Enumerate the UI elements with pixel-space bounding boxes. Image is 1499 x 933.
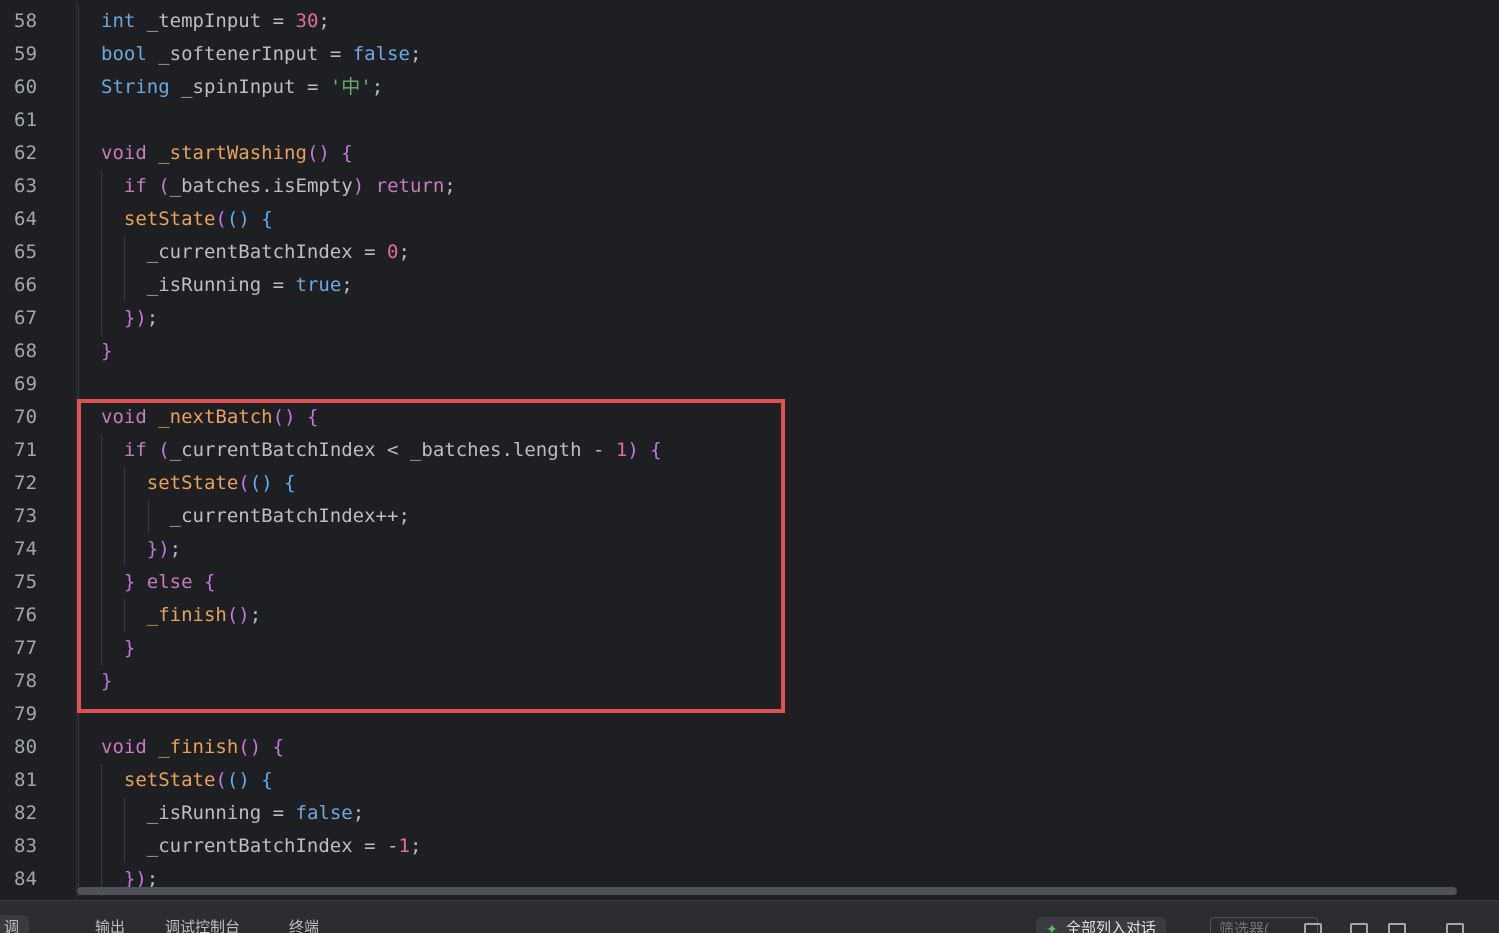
code-line: void _startWashing() {	[101, 142, 353, 164]
line-number: 81	[14, 769, 38, 791]
tab-debug-console[interactable]: 调试控制台	[165, 915, 240, 933]
code-line: _isRunning = false;	[146, 802, 365, 824]
panel-icon[interactable]	[1350, 923, 1368, 933]
line-number: 61	[14, 109, 38, 131]
line-number: 83	[14, 835, 38, 857]
line-number: 64	[14, 208, 38, 230]
line-number: 62	[14, 142, 38, 164]
code-line: String _spinInput = '中';	[101, 76, 384, 98]
more-icon[interactable]	[1446, 923, 1464, 933]
code-line: _currentBatchIndex = -1;	[146, 835, 422, 857]
line-number: 72	[14, 472, 38, 494]
code-line: }	[101, 340, 113, 362]
sparkle-icon: ✦	[1046, 921, 1058, 933]
code-line: void _finish() {	[101, 736, 285, 758]
layout-icon[interactable]	[1304, 923, 1322, 933]
highlight-box	[77, 399, 785, 713]
code-line: int _tempInput = 30;	[101, 10, 330, 32]
line-number: 70	[14, 406, 38, 428]
line-number: 60	[14, 76, 38, 98]
line-number: 65	[14, 241, 38, 263]
line-number: 71	[14, 439, 38, 461]
line-number: 66	[14, 274, 38, 296]
code-editor[interactable]: 58 59 60 61 62 63 64 65 66 67 68 69 70 71 72 73 74 75 76 77…	[0, 0, 1499, 900]
split-icon[interactable]	[1388, 923, 1406, 933]
line-number: 76	[14, 604, 38, 626]
line-number: 77	[14, 637, 38, 659]
add-all-to-chat-label: 全部列入对话	[1066, 920, 1157, 933]
add-all-to-chat-button[interactable]: ✦ 全部列入对话	[1036, 917, 1167, 933]
code-line: setState(() {	[123, 769, 273, 791]
indent-guide	[124, 236, 126, 302]
code-line: _currentBatchIndex = 0;	[146, 241, 410, 263]
line-number: 68	[14, 340, 38, 362]
filter-input[interactable]: 筛选器(	[1210, 917, 1318, 933]
line-number: 63	[14, 175, 38, 197]
line-number: 67	[14, 307, 38, 329]
line-number: 79	[14, 703, 38, 725]
indent-guide	[124, 797, 126, 863]
code-line: });	[123, 307, 159, 329]
line-number: 75	[14, 571, 38, 593]
line-number: 59	[14, 43, 38, 65]
indent-guide	[101, 764, 102, 896]
code-line: if (_batches.isEmpty) return;	[123, 175, 456, 197]
horizontal-scrollbar[interactable]	[77, 887, 1457, 895]
line-number-gutter: 58 59 60 61 62 63 64 65 66 67 68 69 70 71 72 73 74 75 76 77…	[0, 0, 76, 900]
line-number: 73	[14, 505, 38, 527]
code-line: bool _softenerInput = false;	[101, 43, 422, 65]
line-number: 69	[14, 373, 38, 395]
line-number: 74	[14, 538, 38, 560]
tab-terminal[interactable]: 终端	[289, 915, 319, 933]
line-number: 80	[14, 736, 38, 758]
bottom-panel-tabbar: 调 输出 调试控制台 终端 ✦ 全部列入对话 筛选器(	[0, 900, 1499, 933]
line-number: 84	[14, 868, 38, 890]
line-number: 58	[14, 10, 38, 32]
code-line: _isRunning = true;	[146, 274, 353, 296]
tab-problems[interactable]: 调	[0, 915, 30, 933]
indent-guide	[101, 170, 102, 335]
tab-output[interactable]: 输出	[95, 915, 125, 933]
line-number: 82	[14, 802, 38, 824]
code-line: setState(() {	[123, 208, 273, 230]
line-number: 78	[14, 670, 38, 692]
